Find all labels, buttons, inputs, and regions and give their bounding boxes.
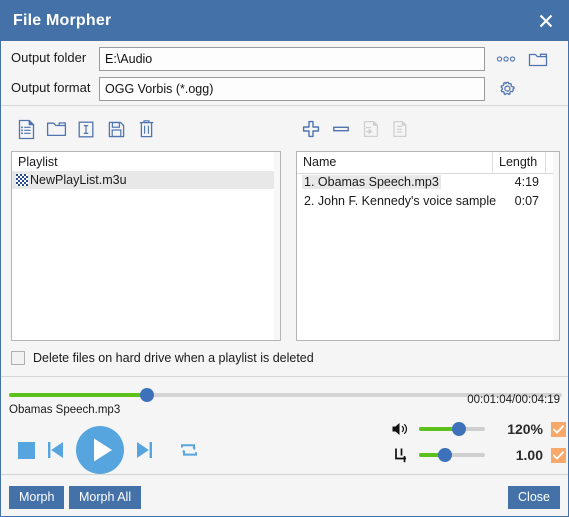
morph-button[interactable]: Morph bbox=[9, 486, 65, 509]
output-folder-browse-button[interactable] bbox=[526, 47, 550, 71]
output-format-input[interactable] bbox=[99, 77, 485, 101]
output-folder-row: Output folder bbox=[1, 47, 568, 73]
output-settings-panel: Output folder Output format bbox=[1, 41, 568, 106]
close-x-icon bbox=[539, 14, 553, 28]
next-track-icon bbox=[137, 442, 152, 458]
delete-files-option[interactable]: Delete files on hard drive when a playli… bbox=[11, 351, 314, 365]
stop-icon bbox=[17, 441, 35, 459]
track-length: 0:07 bbox=[514, 194, 539, 208]
repeat-button[interactable] bbox=[171, 430, 207, 470]
time-display: 00:01:04/00:04:19 bbox=[467, 394, 560, 406]
move-file-button[interactable] bbox=[356, 115, 386, 143]
playlist-header-label: Playlist bbox=[18, 155, 58, 169]
move-file-icon bbox=[363, 120, 379, 138]
folder-icon bbox=[528, 53, 548, 66]
output-folder-input[interactable] bbox=[99, 47, 485, 71]
seek-thumb[interactable] bbox=[140, 388, 155, 402]
previous-track-button[interactable] bbox=[41, 430, 71, 470]
speaker-volume-icon bbox=[389, 419, 413, 439]
playlist-listbox[interactable]: Playlist NewPlayList.m3u bbox=[11, 151, 281, 341]
table-row[interactable]: 2. John F. Kennedy's voice sample 0:07 bbox=[297, 193, 559, 212]
copy-file-icon bbox=[393, 120, 407, 138]
copy-file-button[interactable] bbox=[386, 115, 416, 143]
file-morpher-window: File Morpher Output folder E:\Audio Outp… bbox=[0, 0, 569, 517]
add-file-icon bbox=[302, 120, 320, 138]
play-button[interactable] bbox=[73, 423, 127, 477]
open-playlist-icon bbox=[46, 122, 66, 137]
playlist-file-icon bbox=[16, 174, 28, 186]
output-format-label: Output format bbox=[11, 80, 91, 95]
ellipsis-icon bbox=[496, 56, 516, 62]
column-header-name: Name bbox=[303, 155, 337, 169]
next-track-button[interactable] bbox=[129, 430, 159, 470]
save-playlist-icon bbox=[108, 121, 124, 137]
output-folder-more-button[interactable] bbox=[495, 49, 517, 69]
morph-all-button[interactable]: Morph All bbox=[69, 486, 142, 509]
checkmark-icon bbox=[553, 450, 564, 459]
save-playlist-button[interactable] bbox=[101, 115, 131, 143]
checkmark-icon bbox=[553, 424, 564, 433]
remove-file-button[interactable] bbox=[326, 115, 356, 143]
play-icon bbox=[76, 426, 124, 474]
output-format-settings-button[interactable] bbox=[495, 77, 519, 101]
track-name: 1. Obamas Speech.mp3 bbox=[302, 175, 441, 189]
output-folder-label: Output folder bbox=[11, 50, 87, 65]
volume-value: 120% bbox=[507, 421, 543, 437]
column-header-length: Length bbox=[499, 155, 538, 169]
track-length: 4:19 bbox=[514, 175, 539, 189]
playlist-item[interactable]: NewPlayList.m3u bbox=[12, 171, 280, 189]
gear-icon bbox=[500, 81, 515, 96]
remove-file-icon bbox=[333, 126, 349, 132]
now-playing-label: Obamas Speech.mp3 bbox=[9, 404, 121, 416]
volume-thumb[interactable] bbox=[451, 422, 466, 436]
title-bar: File Morpher bbox=[1, 1, 568, 41]
speed-value: 1.00 bbox=[515, 447, 543, 463]
new-playlist-button[interactable] bbox=[11, 115, 41, 143]
repeat-icon bbox=[181, 444, 197, 456]
playlist-toolbar bbox=[11, 114, 161, 144]
speaker-volume-icon-glyph bbox=[392, 423, 408, 435]
tempo-icon-glyph bbox=[395, 448, 406, 462]
dialog-footer: Morph Morph All Close bbox=[1, 474, 568, 516]
transport-controls bbox=[11, 423, 207, 477]
output-format-row: Output format bbox=[1, 77, 568, 103]
delete-files-label: Delete files on hard drive when a playli… bbox=[33, 351, 314, 365]
rename-playlist-button[interactable] bbox=[71, 115, 101, 143]
column-divider[interactable] bbox=[492, 152, 493, 173]
tracks-toolbar bbox=[296, 114, 416, 144]
previous-track-icon bbox=[48, 442, 63, 458]
volume-enable-checkbox[interactable] bbox=[551, 421, 566, 437]
playlist-scrollbar[interactable] bbox=[274, 152, 280, 340]
speed-slider[interactable] bbox=[419, 447, 485, 463]
column-divider[interactable] bbox=[545, 152, 546, 173]
speed-enable-checkbox[interactable] bbox=[551, 447, 566, 463]
stop-button[interactable] bbox=[11, 430, 41, 470]
speed-control-row: 1.00 bbox=[389, 444, 568, 466]
player-panel: Obamas Speech.mp3 00:01:04/00:04:19 120%… bbox=[1, 376, 568, 477]
tracks-scrollbar[interactable] bbox=[553, 152, 559, 340]
seek-fill bbox=[9, 393, 148, 397]
delete-playlist-button[interactable] bbox=[131, 115, 161, 143]
table-row[interactable]: 1. Obamas Speech.mp3 4:19 bbox=[297, 174, 559, 193]
open-playlist-button[interactable] bbox=[41, 115, 71, 143]
main-panels: Playlist NewPlayList.m3u Name Length 1. … bbox=[1, 106, 568, 376]
window-title: File Morpher bbox=[13, 12, 112, 29]
delete-files-checkbox[interactable] bbox=[11, 351, 25, 365]
window-close-button[interactable] bbox=[522, 1, 568, 41]
close-button[interactable]: Close bbox=[508, 486, 560, 509]
volume-slider[interactable] bbox=[419, 421, 485, 437]
add-file-button[interactable] bbox=[296, 115, 326, 143]
speed-thumb[interactable] bbox=[438, 448, 453, 462]
playlist-item-label: NewPlayList.m3u bbox=[30, 173, 127, 187]
volume-control-row: 120% bbox=[389, 418, 568, 440]
new-playlist-icon bbox=[18, 119, 34, 139]
tracks-table-header: Name Length bbox=[297, 152, 559, 174]
tracks-listbox[interactable]: Name Length 1. Obamas Speech.mp3 4:19 2.… bbox=[296, 151, 560, 341]
delete-playlist-icon bbox=[139, 120, 153, 138]
track-name: 2. John F. Kennedy's voice sample bbox=[304, 194, 497, 208]
rename-playlist-icon bbox=[78, 121, 94, 137]
tempo-icon bbox=[389, 445, 413, 465]
